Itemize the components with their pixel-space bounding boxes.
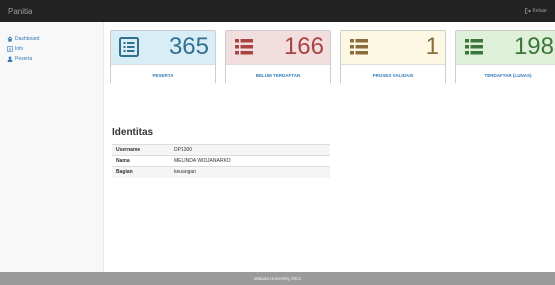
info-icon [7, 46, 13, 52]
list-icon [235, 39, 253, 55]
list-icon [465, 39, 483, 55]
logout-link[interactable]: Keluar [524, 8, 547, 14]
field-label: Username [112, 144, 170, 156]
stat-card-proses-validasi[interactable]: 1 PROSES VALIDASI [340, 30, 446, 85]
field-label: Bagian [112, 166, 170, 178]
stat-label[interactable]: PROSES VALIDASI [341, 64, 445, 85]
card-top: 365 [111, 31, 215, 64]
card-top: 1 [341, 31, 445, 64]
footer: Matana University 2021 [0, 272, 555, 285]
table-row: Bagian keuangan [112, 166, 330, 178]
stat-card-peserta[interactable]: 365 PESERTA [110, 30, 216, 85]
stat-label[interactable]: BELUM TERDAFTAR [226, 64, 330, 85]
field-value: keuangan [170, 166, 330, 178]
stat-value: 1 [425, 33, 439, 60]
list-icon [350, 39, 368, 55]
table-row: Nama MELINDA WIDJANARKO [112, 155, 330, 167]
sidebar-item-label: Peserta [15, 56, 33, 62]
user-icon [7, 56, 13, 62]
identitas-heading: Identitas [112, 127, 154, 138]
sidebar: Dashboard Info Peserta [0, 22, 103, 272]
stat-card-terdaftar-lunas[interactable]: 198 TERDAFTAR (LUNAS) [455, 30, 555, 85]
sidebar-item-peserta[interactable]: Peserta [0, 54, 103, 64]
list-alt-icon [119, 37, 139, 57]
stat-label[interactable]: TERDAFTAR (LUNAS) [456, 64, 555, 85]
stat-value: 198 [513, 33, 554, 60]
top-navbar: Panitia Keluar [0, 0, 555, 22]
home-icon [7, 36, 13, 42]
stat-label[interactable]: PESERTA [111, 64, 215, 85]
stat-cards: 365 PESERTA 166 BELUM TERDAFTAR 1 PROSES… [110, 30, 555, 85]
stat-value: 365 [168, 33, 209, 60]
main-content: 365 PESERTA 166 BELUM TERDAFTAR 1 PROSES… [103, 22, 555, 272]
stat-card-belum-terdaftar[interactable]: 166 BELUM TERDAFTAR [225, 30, 331, 85]
field-value: MELINDA WIDJANARKO [170, 155, 330, 167]
field-value: DP1300 [170, 144, 330, 156]
logout-label: Keluar [532, 8, 547, 14]
footer-text: Matana University 2021 [253, 276, 302, 281]
sidebar-item-info[interactable]: Info [0, 44, 103, 54]
card-top: 198 [456, 31, 555, 64]
sidebar-item-label: Dashboard [15, 36, 40, 42]
identitas-table: Username DP1300 Nama MELINDA WIDJANARKO … [112, 144, 330, 178]
stat-value: 166 [283, 33, 324, 60]
logout-icon [524, 8, 531, 14]
app-title[interactable]: Panitia [8, 7, 32, 16]
card-top: 166 [226, 31, 330, 64]
sidebar-item-label: Info [15, 46, 24, 52]
sidebar-item-dashboard[interactable]: Dashboard [0, 34, 103, 44]
table-row: Username DP1300 [112, 144, 330, 156]
field-label: Nama [112, 155, 170, 167]
